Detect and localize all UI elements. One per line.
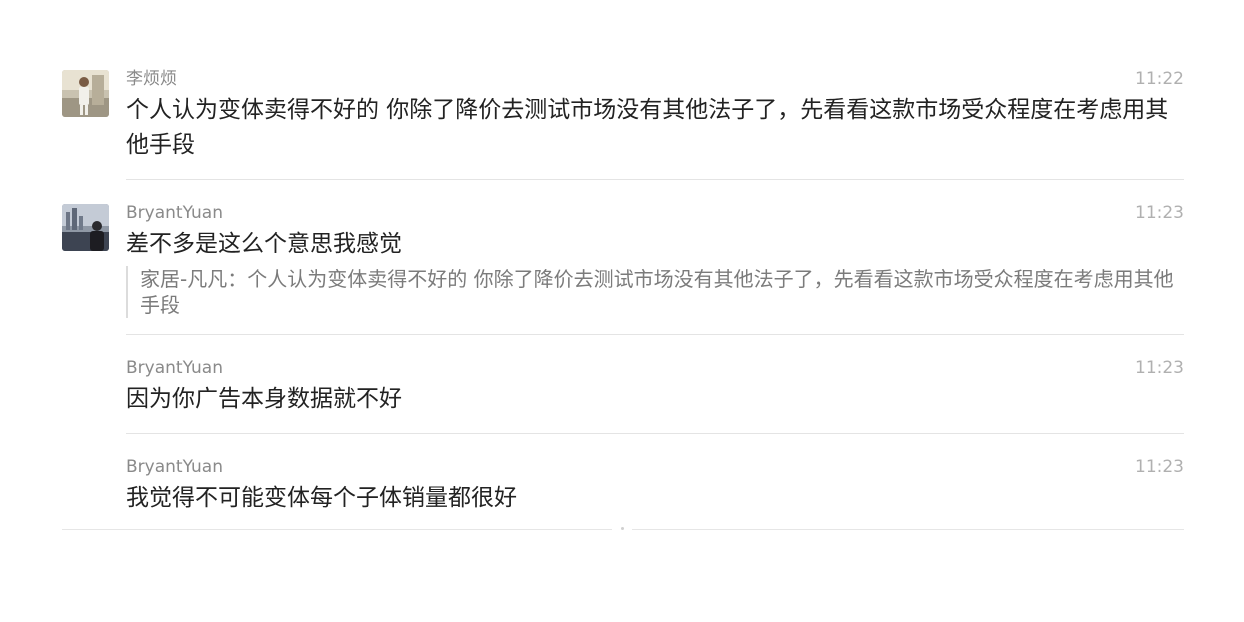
message-text: 因为你广告本身数据就不好 [126, 386, 402, 412]
message-time: 11:23 [1135, 203, 1184, 223]
message-time: 11:23 [1135, 358, 1184, 378]
avatar-photo-icon [62, 204, 109, 251]
chat-message: BryantYuan 11:23 我觉得不可能变体每个子体销量都很好 [62, 434, 1184, 532]
message-text: 个人认为变体卖得不好的 你除了降价去测试市场没有其他法子了，先看看这款市场受众程… [126, 97, 1169, 158]
sender-name: BryantYuan [126, 203, 223, 223]
sender-name: 李烦烦 [126, 69, 177, 89]
sender-name: BryantYuan [126, 358, 223, 378]
avatar[interactable] [62, 70, 109, 117]
list-end-marker [612, 523, 632, 535]
chat-message: 李烦烦 11:22 个人认为变体卖得不好的 你除了降价去测试市场没有其他法子了，… [62, 62, 1184, 179]
chat-message-list: 李烦烦 11:22 个人认为变体卖得不好的 你除了降价去测试市场没有其他法子了，… [62, 62, 1184, 532]
message-time: 11:23 [1135, 457, 1184, 477]
chat-message: BryantYuan 11:23 差不多是这么个意思我感觉 家居-凡凡：个人认为… [62, 180, 1184, 334]
sender-name: BryantYuan [126, 457, 223, 477]
dot-icon [621, 527, 624, 530]
quoted-message[interactable]: 家居-凡凡：个人认为变体卖得不好的 你除了降价去测试市场没有其他法子了，先看看这… [126, 266, 1180, 318]
chat-message: BryantYuan 11:23 因为你广告本身数据就不好 [62, 335, 1184, 433]
avatar[interactable] [62, 204, 109, 251]
message-time: 11:22 [1135, 69, 1184, 89]
message-text: 差不多是这么个意思我感觉 [126, 231, 402, 257]
avatar-photo-icon [62, 70, 109, 117]
message-text: 我觉得不可能变体每个子体销量都很好 [126, 485, 517, 511]
